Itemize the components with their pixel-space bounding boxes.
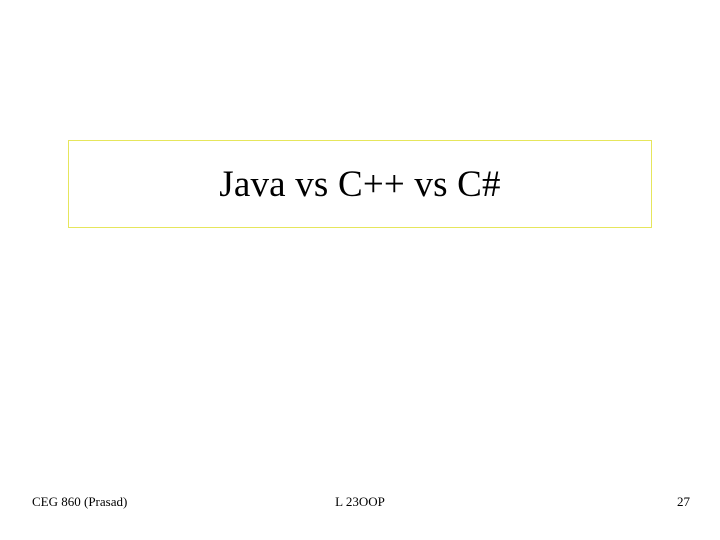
title-container: Java vs C++ vs C# <box>68 140 652 228</box>
slide-title: Java vs C++ vs C# <box>219 163 501 206</box>
slide-footer: CEG 860 (Prasad) L 23OOP 27 <box>0 490 720 510</box>
footer-left-text: CEG 860 (Prasad) <box>32 494 127 510</box>
footer-page-number: 27 <box>677 494 690 510</box>
footer-center-text: L 23OOP <box>335 494 385 510</box>
